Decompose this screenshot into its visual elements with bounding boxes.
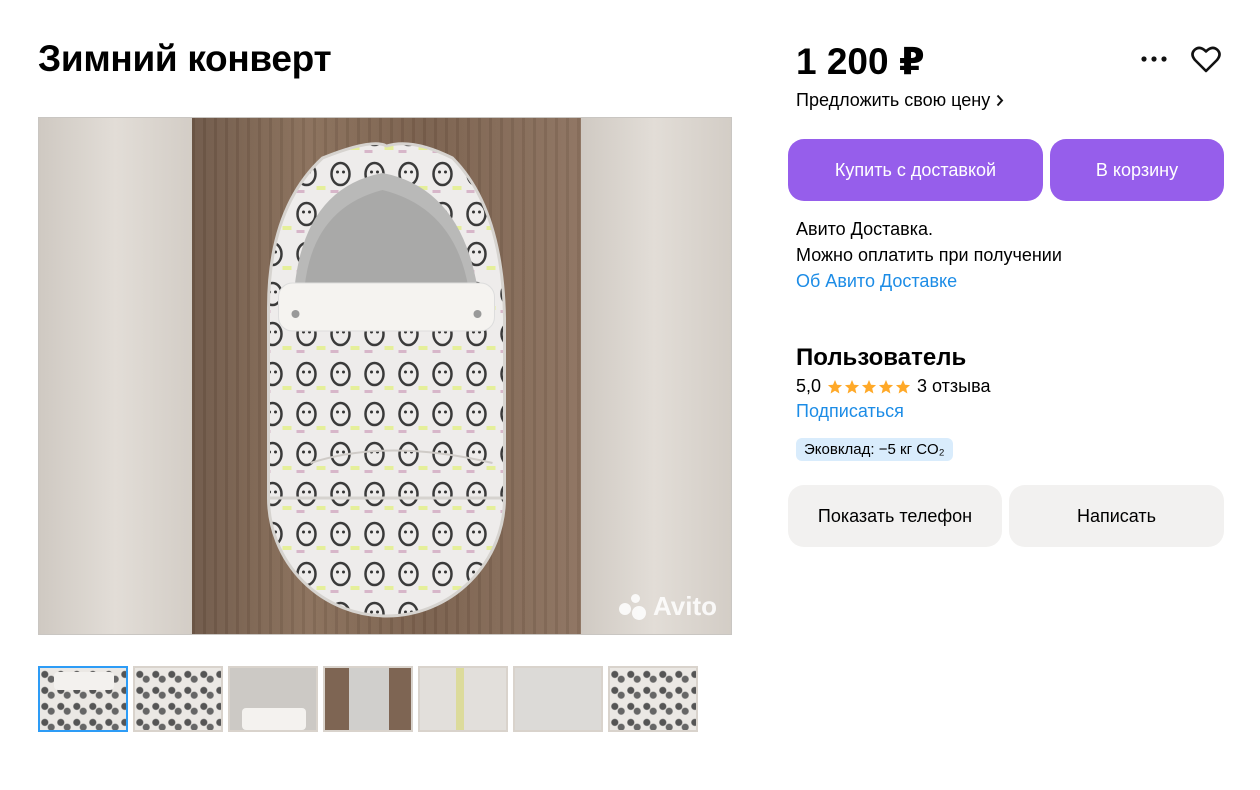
- seller-name[interactable]: Пользователь: [796, 344, 966, 372]
- write-message-button[interactable]: Написать: [1009, 485, 1224, 547]
- avito-watermark: Avito: [618, 591, 717, 622]
- price: 1 200 ₽: [796, 41, 925, 82]
- thumbnail[interactable]: [418, 666, 508, 732]
- buy-with-delivery-button[interactable]: Купить с доставкой: [788, 139, 1043, 201]
- delivery-line-1: Авито Доставка.: [796, 219, 933, 239]
- thumbnail[interactable]: [608, 666, 698, 732]
- envelope-illustration: [266, 142, 506, 618]
- watermark-text: Avito: [652, 591, 717, 621]
- show-phone-button[interactable]: Показать телефон: [788, 485, 1002, 547]
- star-icon: [878, 379, 894, 393]
- offer-price-link[interactable]: Предложить свою цену: [796, 90, 1004, 111]
- delivery-line-2: Можно оплатить при получении: [796, 245, 1062, 265]
- star-icon: [861, 379, 877, 393]
- delivery-info: Авито Доставка. Можно оплатить при получ…: [796, 216, 1062, 294]
- main-photo[interactable]: Avito: [38, 117, 732, 635]
- rating-value: 5,0: [796, 376, 822, 396]
- seller-rating[interactable]: 5,0 3 отзыва: [796, 376, 990, 397]
- star-icon: [895, 379, 911, 393]
- photo-image: [192, 118, 581, 634]
- listing-title: Зимний конверт: [38, 38, 332, 79]
- avito-logo-icon: [618, 593, 649, 620]
- reviews-count: 3 отзыва: [917, 376, 991, 396]
- rating-stars: [827, 379, 911, 395]
- listing-page: Зимний конверт Avito 1 200 ₽ Предложить …: [0, 0, 1260, 790]
- thumbnail-strip: [38, 666, 698, 732]
- eco-badge[interactable]: Эковклад: −5 кг CO₂: [796, 438, 953, 461]
- subscribe-link[interactable]: Подписаться: [796, 401, 904, 422]
- thumbnail[interactable]: [513, 666, 603, 732]
- add-to-cart-button[interactable]: В корзину: [1050, 139, 1224, 201]
- star-icon: [827, 379, 843, 393]
- thumbnail[interactable]: [323, 666, 413, 732]
- more-dots-icon[interactable]: [1137, 42, 1171, 76]
- photo-blur-right: [578, 118, 731, 634]
- heart-icon[interactable]: [1189, 42, 1223, 76]
- chevron-right-icon: [996, 94, 1004, 107]
- photo-blur-left: [39, 118, 192, 634]
- star-icon: [844, 379, 860, 393]
- thumbnail[interactable]: [38, 666, 128, 732]
- thumbnail[interactable]: [228, 666, 318, 732]
- offer-price-label: Предложить свою цену: [796, 90, 991, 110]
- about-delivery-link[interactable]: Об Авито Доставке: [796, 268, 1062, 294]
- thumbnail[interactable]: [133, 666, 223, 732]
